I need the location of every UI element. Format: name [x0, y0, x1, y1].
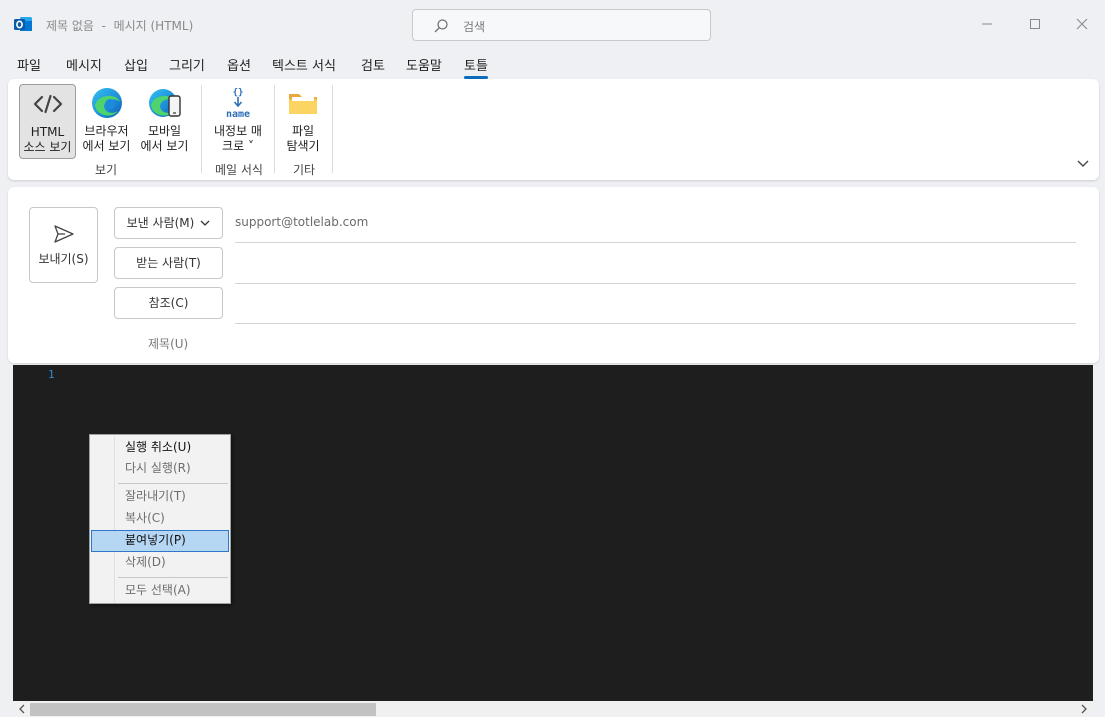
scroll-right-icon[interactable]: [1079, 704, 1089, 714]
subject-label: 제목(U): [148, 337, 189, 351]
tab-options[interactable]: 옵션: [227, 55, 251, 74]
menu-item-delete[interactable]: 삭제(D): [91, 552, 229, 572]
tab-totle[interactable]: 토틀: [464, 55, 488, 79]
svg-text:{}: {}: [233, 88, 244, 98]
search-placeholder: 검색: [463, 20, 486, 34]
folder-icon: [289, 94, 317, 114]
window-title: 제목 없음 - 메시지 (HTML): [46, 19, 194, 33]
ribbon-separator: [332, 85, 333, 173]
title-bar: 제목 없음 - 메시지 (HTML) 검색: [0, 0, 1105, 48]
group-label-mail-format: 메일 서식: [215, 163, 263, 177]
search-icon: [434, 19, 448, 33]
context-menu: 실행 취소(U) 다시 실행(R) 잘라내기(T) 복사(C) 붙여넣기(P) …: [89, 434, 231, 604]
menu-item-select-all[interactable]: 모두 선택(A): [91, 580, 229, 600]
to-label: 받는 사람(T): [136, 256, 201, 270]
view-on-mobile-button[interactable]: 모바일 에서 보기: [136, 84, 193, 159]
search-box[interactable]: 검색: [412, 9, 711, 41]
chevron-down-icon[interactable]: [1076, 157, 1090, 171]
horizontal-scrollbar[interactable]: [13, 701, 1093, 717]
cc-label: 참조(C): [148, 296, 189, 310]
from-label: 보낸 사람(M): [126, 216, 195, 230]
file-explorer-label: 파일 탐색기: [286, 124, 320, 153]
menu-item-cut[interactable]: 잘라내기(T): [91, 486, 229, 506]
from-button[interactable]: 보낸 사람(M): [114, 207, 223, 239]
html-source-view-button[interactable]: HTML 소스 보기: [19, 84, 76, 159]
html-source-view-label: HTML 소스 보기: [23, 125, 72, 154]
tab-draw[interactable]: 그리기: [169, 55, 205, 74]
cc-field[interactable]: [235, 323, 1076, 324]
tab-help[interactable]: 도움말: [406, 55, 442, 74]
to-field[interactable]: [235, 283, 1076, 284]
chevron-down-icon: [200, 220, 210, 226]
send-label: 보내기(S): [38, 252, 89, 266]
minimize-button[interactable]: [976, 13, 998, 35]
ribbon: HTML 소스 보기 브라우저 에서 보기 모바일 에서 보기 {} name …: [8, 79, 1099, 180]
file-explorer-button[interactable]: 파일 탐색기: [279, 84, 327, 159]
from-value: support@totlelab.com: [235, 215, 369, 229]
tab-file[interactable]: 파일: [17, 55, 41, 74]
to-button[interactable]: 받는 사람(T): [114, 247, 223, 279]
close-icon: [1076, 18, 1088, 30]
group-label-other: 기타: [292, 163, 316, 177]
menu-item-paste[interactable]: 붙여넣기(P): [91, 530, 229, 552]
line-number: 1: [48, 368, 55, 381]
from-underline: [235, 242, 1076, 243]
menu-bar: 파일 메시지 삽입 그리기 옵션 텍스트 서식 검토 도움말 토틀: [0, 52, 1105, 79]
menu-item-copy[interactable]: 복사(C): [91, 508, 229, 528]
name-macro-icon: {} name: [226, 88, 250, 120]
edge-mobile-icon: [148, 89, 181, 117]
send-icon: [53, 225, 74, 243]
maximize-button[interactable]: [1024, 13, 1046, 35]
svg-text:name: name: [226, 109, 250, 120]
ribbon-separator: [201, 85, 202, 173]
close-button[interactable]: [1071, 13, 1093, 35]
minimize-icon: [982, 23, 992, 25]
ribbon-separator: [274, 85, 275, 173]
scroll-left-icon[interactable]: [17, 704, 27, 714]
menu-item-redo[interactable]: 다시 실행(R): [91, 458, 229, 478]
tab-message[interactable]: 메시지: [66, 55, 102, 74]
my-info-macro-label: 내정보 매 크로 ˅: [214, 124, 262, 153]
send-button[interactable]: 보내기(S): [29, 207, 98, 283]
view-in-browser-label: 브라우저 에서 보기: [82, 124, 131, 153]
tab-insert[interactable]: 삽입: [124, 55, 148, 74]
tab-format-text[interactable]: 텍스트 서식: [272, 55, 336, 74]
menu-item-undo[interactable]: 실행 취소(U): [91, 437, 229, 457]
view-on-mobile-label: 모바일 에서 보기: [140, 124, 189, 153]
menu-separator: [118, 483, 228, 484]
my-info-macro-button[interactable]: {} name 내정보 매 크로 ˅: [208, 84, 268, 159]
compose-header: 보내기(S) 보낸 사람(M) support@totlelab.com 받는 …: [8, 187, 1099, 363]
menu-separator: [118, 577, 228, 578]
cc-button[interactable]: 참조(C): [114, 287, 223, 319]
group-label-view: 보기: [94, 163, 118, 177]
tab-review[interactable]: 검토: [361, 55, 385, 74]
scrollbar-thumb[interactable]: [30, 703, 376, 716]
code-icon: [33, 94, 62, 114]
maximize-icon: [1030, 19, 1040, 29]
outlook-app-icon: [14, 17, 32, 31]
edge-icon: [91, 88, 122, 118]
view-in-browser-button[interactable]: 브라우저 에서 보기: [78, 84, 135, 159]
